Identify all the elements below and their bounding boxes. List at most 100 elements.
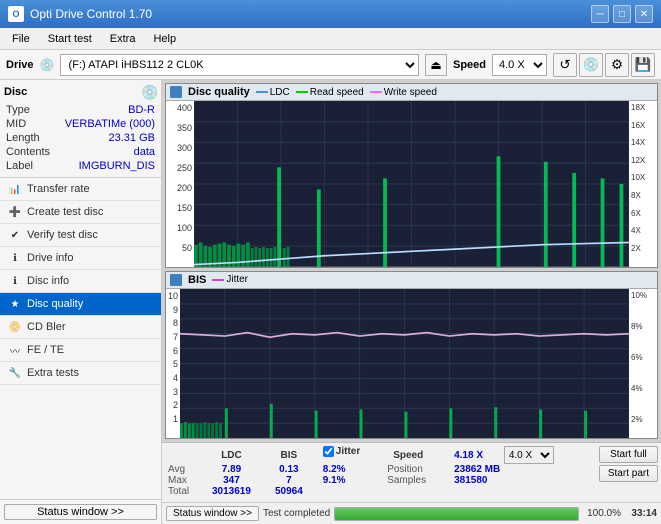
sidebar-item-label: CD Bler (27, 321, 66, 333)
disc-contents-value: data (134, 146, 155, 158)
disc-length-value: 23.31 GB (109, 132, 155, 144)
stats-avg-row: Avg 7.89 0.13 8.2% Position 23862 MB (168, 464, 590, 475)
label-avg: Avg (168, 464, 198, 475)
col-header-jitter: Jitter (336, 446, 360, 457)
sidebar-item-transfer-rate[interactable]: 📊 Transfer rate (0, 178, 161, 201)
sidebar-item-disc-quality[interactable]: ★ Disc quality (0, 293, 161, 316)
eject-button[interactable]: ⏏ (425, 54, 447, 76)
avg-bis: 0.13 (265, 464, 313, 475)
toolbar-icons: ↺ 💿 ⚙ 💾 (553, 53, 655, 77)
status-text: Test completed (263, 508, 330, 519)
disc-label-row: Label IMGBURN_DIS (4, 159, 157, 173)
stats-max-row: Max 347 7 9.1% Samples 381580 (168, 475, 590, 486)
disc-mid-label: MID (6, 118, 26, 130)
sidebar: Disc 💿 Type BD-R MID VERBATIMe (000) Len… (0, 80, 162, 524)
samples-val: 381580 (454, 475, 590, 486)
label-position: Position (387, 464, 454, 475)
drive-label: Drive (6, 59, 34, 71)
sidebar-item-verify-test-disc[interactable]: ✔ Verify test disc (0, 224, 161, 247)
disc-label-value: IMGBURN_DIS (79, 160, 155, 172)
chart-icon (170, 86, 182, 98)
start-full-button[interactable]: Start full (599, 446, 658, 463)
refresh-button[interactable]: ↺ (553, 53, 577, 77)
start-part-button[interactable]: Start part (599, 465, 658, 482)
cd-bler-icon: 📀 (8, 320, 22, 334)
bis-chart-icon (170, 274, 182, 286)
drive-icon: 💿 (40, 58, 54, 72)
title-bar-left: O Opti Drive Control 1.70 (8, 6, 152, 22)
body-area: Disc 💿 Type BD-R MID VERBATIMe (000) Len… (0, 80, 661, 524)
position-val: 23862 MB (454, 464, 590, 475)
disc-length-row: Length 23.31 GB (4, 131, 157, 145)
minimize-button[interactable]: ─ (591, 5, 609, 23)
app-icon: O (8, 6, 24, 22)
chart-bis-header: BIS Jitter (166, 272, 657, 289)
sidebar-item-fe-te[interactable]: 〰 FE / TE (0, 339, 161, 362)
disc-quality-chart-panel: Disc quality LDC Read speed Write speed (165, 83, 658, 268)
chart-quality-title: Disc quality (188, 86, 250, 98)
y-axis-right-bis: 10%8%6%4%2% (629, 289, 657, 438)
drive-info-icon: ℹ (8, 251, 22, 265)
speed-select[interactable]: 4.0 X (492, 54, 547, 76)
chart-bis-svg (180, 289, 629, 438)
menu-extra[interactable]: Extra (102, 31, 144, 47)
jitter-check-cell: Jitter (323, 446, 387, 457)
app-window: O Opti Drive Control 1.70 ─ □ ✕ File Sta… (0, 0, 661, 524)
extra-tests-icon: 🔧 (8, 366, 22, 380)
transfer-rate-icon: 📊 (8, 182, 22, 196)
chart-bis-title: BIS (188, 274, 206, 286)
save-button[interactable]: 💾 (631, 53, 655, 77)
disc-contents-row: Contents data (4, 145, 157, 159)
stats-table: LDC BIS Jitter Speed 4.18 X (168, 446, 590, 497)
action-buttons: Start full Start part (596, 443, 661, 502)
disc-contents-label: Contents (6, 146, 50, 158)
speed-select-stats[interactable]: 4.0 X (504, 446, 554, 464)
label-max: Max (168, 475, 198, 486)
menu-file[interactable]: File (4, 31, 38, 47)
sidebar-item-disc-info[interactable]: ℹ Disc info (0, 270, 161, 293)
progress-bar (334, 507, 579, 521)
legend-ldc: LDC (256, 87, 290, 98)
sidebar-item-extra-tests[interactable]: 🔧 Extra tests (0, 362, 161, 385)
maximize-button[interactable]: □ (613, 5, 631, 23)
sidebar-item-drive-info[interactable]: ℹ Drive info (0, 247, 161, 270)
app-title: Opti Drive Control 1.70 (30, 7, 152, 21)
close-button[interactable]: ✕ (635, 5, 653, 23)
drive-select[interactable]: (F:) ATAPI iHBS112 2 CL0K (60, 54, 419, 76)
menu-help[interactable]: Help (145, 31, 184, 47)
legend-write-speed: Write speed (370, 87, 437, 98)
sidebar-item-label: FE / TE (27, 344, 64, 356)
max-ldc: 347 (198, 475, 265, 486)
y-axis-right: 18X16X14X12X10X8X6X4X2X (629, 101, 657, 267)
sidebar-item-label: Extra tests (27, 367, 79, 379)
sidebar-nav: 📊 Transfer rate ➕ Create test disc ✔ Ver… (0, 178, 161, 499)
disc-button[interactable]: 💿 (579, 53, 603, 77)
stats-panel: LDC BIS Jitter Speed 4.18 X (162, 442, 661, 502)
progress-bar-fill (335, 508, 578, 520)
avg-ldc: 7.89 (198, 464, 265, 475)
label-total: Total (168, 486, 198, 497)
status-time: 33:14 (625, 508, 657, 519)
status-window-button-bottom[interactable]: Status window >> (166, 506, 259, 521)
sidebar-item-label: Drive info (27, 252, 73, 264)
legend-read-speed-label: Read speed (310, 87, 364, 98)
disc-label-key: Label (6, 160, 33, 172)
verify-disc-icon: ✔ (8, 228, 22, 242)
menu-start-test[interactable]: Start test (40, 31, 100, 47)
sidebar-item-label: Transfer rate (27, 183, 90, 195)
max-bis: 7 (265, 475, 313, 486)
drive-bar: Drive 💿 (F:) ATAPI iHBS112 2 CL0K ⏏ Spee… (0, 50, 661, 80)
fe-te-icon: 〰 (8, 343, 22, 357)
sidebar-item-label: Disc quality (27, 298, 83, 310)
legend-jitter-label: Jitter (226, 274, 248, 285)
jitter-checkbox[interactable] (323, 446, 334, 457)
config-button[interactable]: ⚙ (605, 53, 629, 77)
label-samples: Samples (387, 475, 454, 486)
speed-current-val: 4.18 X (454, 446, 504, 464)
sidebar-item-create-test-disc[interactable]: ➕ Create test disc (0, 201, 161, 224)
status-window-button[interactable]: Status window >> (4, 504, 157, 520)
sidebar-item-label: Verify test disc (27, 229, 98, 241)
legend-ldc-label: LDC (270, 87, 290, 98)
sidebar-item-cd-bler[interactable]: 📀 CD Bler (0, 316, 161, 339)
legend-read-speed: Read speed (296, 87, 364, 98)
